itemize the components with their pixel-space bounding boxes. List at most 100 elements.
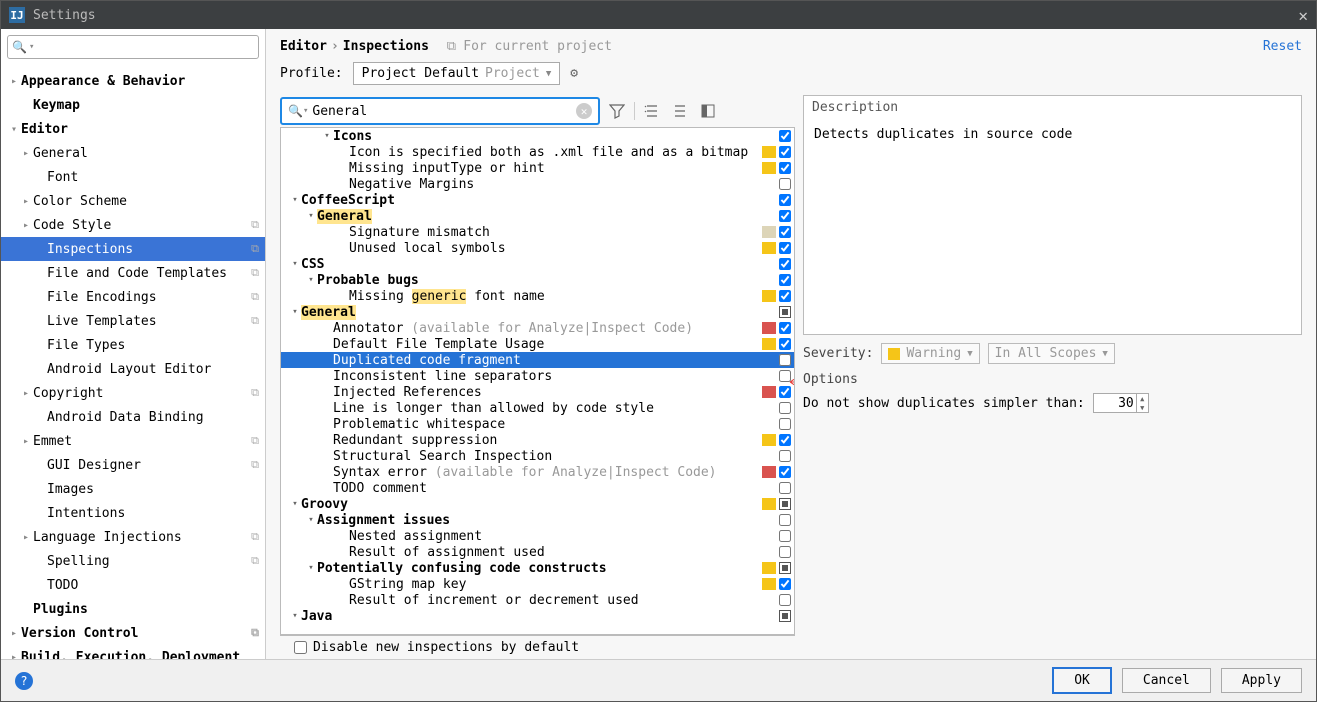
inspection-checkbox[interactable] bbox=[778, 546, 792, 558]
disable-new-checkbox[interactable] bbox=[294, 641, 307, 654]
inspection-checkbox[interactable] bbox=[778, 594, 792, 606]
close-icon[interactable]: ✕ bbox=[1298, 6, 1308, 25]
sidebar-item[interactable]: Live Templates⧉ bbox=[1, 309, 265, 333]
inspection-row[interactable]: Signature mismatch bbox=[281, 224, 794, 240]
inspection-row[interactable]: ▾Assignment issues bbox=[281, 512, 794, 528]
view-toggle-icon[interactable] bbox=[697, 100, 719, 122]
sidebar-item[interactable]: Inspections⧉ bbox=[1, 237, 265, 261]
inspection-checkbox[interactable] bbox=[778, 370, 792, 382]
sidebar-item[interactable]: Images bbox=[1, 477, 265, 501]
inspection-row[interactable]: Icon is specified both as .xml file and … bbox=[281, 144, 794, 160]
sidebar-item[interactable]: File Encodings⧉ bbox=[1, 285, 265, 309]
inspection-row[interactable]: ▾Probable bugs bbox=[281, 272, 794, 288]
inspection-checkbox[interactable] bbox=[778, 514, 792, 526]
inspection-checkbox[interactable] bbox=[778, 242, 792, 254]
sidebar-item[interactable]: ▾Editor bbox=[1, 117, 265, 141]
inspection-checkbox[interactable] bbox=[778, 482, 792, 494]
sidebar-item[interactable]: ▸Code Style⧉ bbox=[1, 213, 265, 237]
sidebar-item[interactable]: Android Data Binding bbox=[1, 405, 265, 429]
inspection-checkbox[interactable] bbox=[778, 290, 792, 302]
inspection-checkbox[interactable] bbox=[778, 530, 792, 542]
sidebar-item[interactable]: File and Code Templates⧉ bbox=[1, 261, 265, 285]
inspection-checkbox[interactable] bbox=[778, 338, 792, 350]
help-icon[interactable]: ? bbox=[15, 672, 33, 690]
inspection-checkbox[interactable] bbox=[778, 178, 792, 190]
inspection-checkbox[interactable] bbox=[778, 354, 792, 366]
sidebar-item[interactable]: TODO bbox=[1, 573, 265, 597]
sidebar-item[interactable]: Plugins bbox=[1, 597, 265, 621]
inspection-row[interactable]: Duplicated code fragment bbox=[281, 352, 794, 368]
inspection-row[interactable]: ▾Icons bbox=[281, 128, 794, 144]
inspection-row[interactable]: Problematic whitespace bbox=[281, 416, 794, 432]
inspection-row[interactable]: TODO comment bbox=[281, 480, 794, 496]
inspection-checkbox[interactable] bbox=[778, 146, 792, 158]
inspection-checkbox[interactable] bbox=[778, 194, 792, 206]
sidebar-item[interactable]: File Types bbox=[1, 333, 265, 357]
apply-button[interactable]: Apply bbox=[1221, 668, 1302, 693]
inspection-checkbox[interactable] bbox=[778, 498, 792, 510]
inspection-row[interactable]: ▾CSS bbox=[281, 256, 794, 272]
inspection-checkbox[interactable] bbox=[778, 610, 792, 622]
gear-icon[interactable]: ⚙ bbox=[570, 66, 578, 81]
inspection-row[interactable]: ▾Potentially confusing code constructs bbox=[281, 560, 794, 576]
inspection-checkbox[interactable] bbox=[778, 274, 792, 286]
cancel-button[interactable]: Cancel bbox=[1122, 668, 1211, 693]
inspection-checkbox[interactable] bbox=[778, 162, 792, 174]
inspection-checkbox[interactable] bbox=[778, 386, 792, 398]
inspection-row[interactable]: Structural Search Inspection bbox=[281, 448, 794, 464]
inspection-checkbox[interactable] bbox=[778, 434, 792, 446]
inspection-row[interactable]: GString map key bbox=[281, 576, 794, 592]
inspection-search-input[interactable] bbox=[308, 104, 576, 119]
scope-select[interactable]: In All Scopes▼ bbox=[988, 343, 1115, 364]
severity-select[interactable]: Warning▼ bbox=[881, 343, 979, 364]
inspection-checkbox[interactable] bbox=[778, 322, 792, 334]
inspection-row[interactable]: Inconsistent line separators bbox=[281, 368, 794, 384]
reset-link[interactable]: Reset bbox=[1263, 39, 1302, 54]
clear-icon[interactable]: ✕ bbox=[576, 103, 592, 119]
inspection-row[interactable]: Result of assignment used bbox=[281, 544, 794, 560]
sidebar-item[interactable]: ▸Build, Execution, Deployment bbox=[1, 645, 265, 659]
inspection-row[interactable]: Nested assignment bbox=[281, 528, 794, 544]
inspection-row[interactable]: ▾General bbox=[281, 304, 794, 320]
ok-button[interactable]: OK bbox=[1052, 667, 1112, 694]
settings-tree[interactable]: ▸Appearance & BehaviorKeymap▾Editor▸Gene… bbox=[1, 65, 265, 659]
sidebar-item[interactable]: ▸Color Scheme bbox=[1, 189, 265, 213]
inspection-list[interactable]: 去掉勾 ▾IconsIcon is specified both as .xml… bbox=[280, 127, 795, 635]
sidebar-item[interactable]: Keymap bbox=[1, 93, 265, 117]
sidebar-item[interactable]: ▸Language Injections⧉ bbox=[1, 525, 265, 549]
profile-select[interactable]: Project Default Project ▼ bbox=[353, 62, 561, 85]
inspection-row[interactable]: ▾Java bbox=[281, 608, 794, 624]
inspection-row[interactable]: Missing inputType or hint bbox=[281, 160, 794, 176]
inspection-row[interactable]: ▾CoffeeScript bbox=[281, 192, 794, 208]
inspection-checkbox[interactable] bbox=[778, 130, 792, 142]
inspection-checkbox[interactable] bbox=[778, 562, 792, 574]
inspection-checkbox[interactable] bbox=[778, 402, 792, 414]
sidebar-item[interactable]: Font bbox=[1, 165, 265, 189]
sidebar-item[interactable]: ▸Appearance & Behavior bbox=[1, 69, 265, 93]
inspection-checkbox[interactable] bbox=[778, 418, 792, 430]
collapse-all-icon[interactable] bbox=[669, 100, 691, 122]
inspection-checkbox[interactable] bbox=[778, 306, 792, 318]
sidebar-item[interactable]: Android Layout Editor bbox=[1, 357, 265, 381]
inspection-checkbox[interactable] bbox=[778, 578, 792, 590]
sidebar-item[interactable]: Intentions bbox=[1, 501, 265, 525]
inspection-row[interactable]: Result of increment or decrement used bbox=[281, 592, 794, 608]
expand-all-icon[interactable] bbox=[641, 100, 663, 122]
sidebar-item[interactable]: ▸Copyright⧉ bbox=[1, 381, 265, 405]
inspection-row[interactable]: Injected References bbox=[281, 384, 794, 400]
inspection-row[interactable]: Redundant suppression bbox=[281, 432, 794, 448]
inspection-checkbox[interactable] bbox=[778, 226, 792, 238]
sidebar-search[interactable]: 🔍 ▾ bbox=[7, 35, 259, 59]
inspection-checkbox[interactable] bbox=[778, 466, 792, 478]
inspection-row[interactable]: Unused local symbols bbox=[281, 240, 794, 256]
sidebar-item[interactable]: ▸General bbox=[1, 141, 265, 165]
inspection-checkbox[interactable] bbox=[778, 258, 792, 270]
filter-icon[interactable] bbox=[606, 100, 628, 122]
sidebar-item[interactable]: ▸Version Control⧉ bbox=[1, 621, 265, 645]
inspection-checkbox[interactable] bbox=[778, 210, 792, 222]
inspection-checkbox[interactable] bbox=[778, 450, 792, 462]
inspection-row[interactable]: Line is longer than allowed by code styl… bbox=[281, 400, 794, 416]
inspection-row[interactable]: Missing generic font name bbox=[281, 288, 794, 304]
inspection-row[interactable]: ▾General bbox=[281, 208, 794, 224]
inspection-row[interactable]: Negative Margins bbox=[281, 176, 794, 192]
